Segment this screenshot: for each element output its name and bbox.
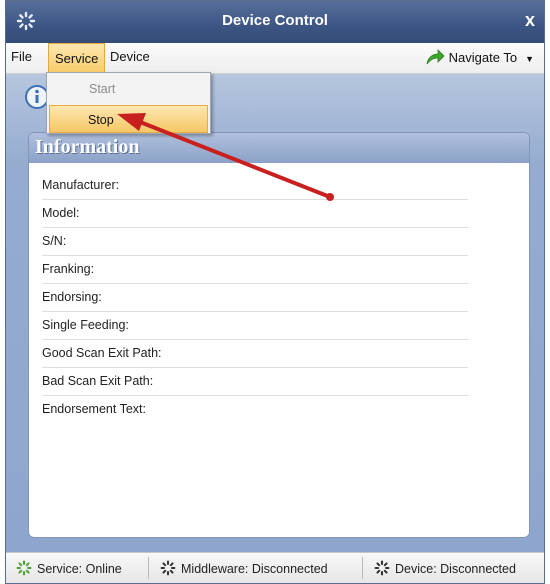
field-single-feeding: Single Feeding:: [42, 312, 468, 340]
field-model: Model:: [42, 200, 468, 228]
status-device: Device: Disconnected: [374, 560, 516, 576]
field-bad-scan-exit-path: Bad Scan Exit Path:: [42, 368, 468, 396]
status-service-label: Service: Online: [37, 562, 122, 576]
navigate-to-label: Navigate To: [448, 50, 518, 65]
main-content: Information Manufacturer: Model: S/N: Fr…: [6, 74, 544, 552]
menu-device[interactable]: Device: [110, 49, 150, 64]
service-dropdown-menu: Start Stop: [46, 72, 211, 134]
green-arrow-icon: [426, 49, 445, 65]
menu-option-start[interactable]: Start: [47, 75, 210, 103]
status-separator: [362, 557, 363, 579]
middleware-status-icon: [160, 560, 176, 576]
status-separator: [148, 557, 149, 579]
window-title: Device Control: [222, 12, 328, 29]
menu-file[interactable]: File: [11, 49, 32, 64]
device-control-window: Device Control x File Service Device Nav…: [5, 0, 545, 584]
field-good-scan-exit-path: Good Scan Exit Path:: [42, 340, 468, 368]
field-manufacturer: Manufacturer:: [42, 172, 468, 200]
menu-service[interactable]: Service: [48, 43, 106, 72]
panel-title: Information: [29, 133, 529, 163]
field-serial-number: S/N:: [42, 228, 468, 256]
status-middleware-label: Middleware: Disconnected: [181, 562, 328, 576]
title-bar: Device Control x: [6, 1, 544, 43]
status-device-label: Device: Disconnected: [395, 562, 516, 576]
field-franking: Franking:: [42, 256, 468, 284]
field-endorsement-text: Endorsement Text:: [42, 402, 146, 416]
status-bar: Service: Online Middleware: Disconnected…: [6, 552, 544, 583]
device-status-icon: [374, 560, 390, 576]
navigate-to-button[interactable]: Navigate To ▼: [425, 49, 534, 65]
information-panel: Information Manufacturer: Model: S/N: Fr…: [28, 132, 530, 538]
field-list: Manufacturer: Model: S/N: Franking: Endo…: [42, 172, 468, 423]
menu-option-stop[interactable]: Stop: [49, 105, 208, 133]
chevron-down-icon: ▼: [525, 54, 534, 64]
field-endorsing: Endorsing:: [42, 284, 468, 312]
close-button[interactable]: x: [525, 10, 535, 30]
service-status-icon: [16, 560, 32, 576]
menu-bar: File Service Device Navigate To ▼: [6, 43, 544, 74]
status-middleware: Middleware: Disconnected: [160, 560, 328, 576]
status-service: Service: Online: [16, 560, 122, 576]
